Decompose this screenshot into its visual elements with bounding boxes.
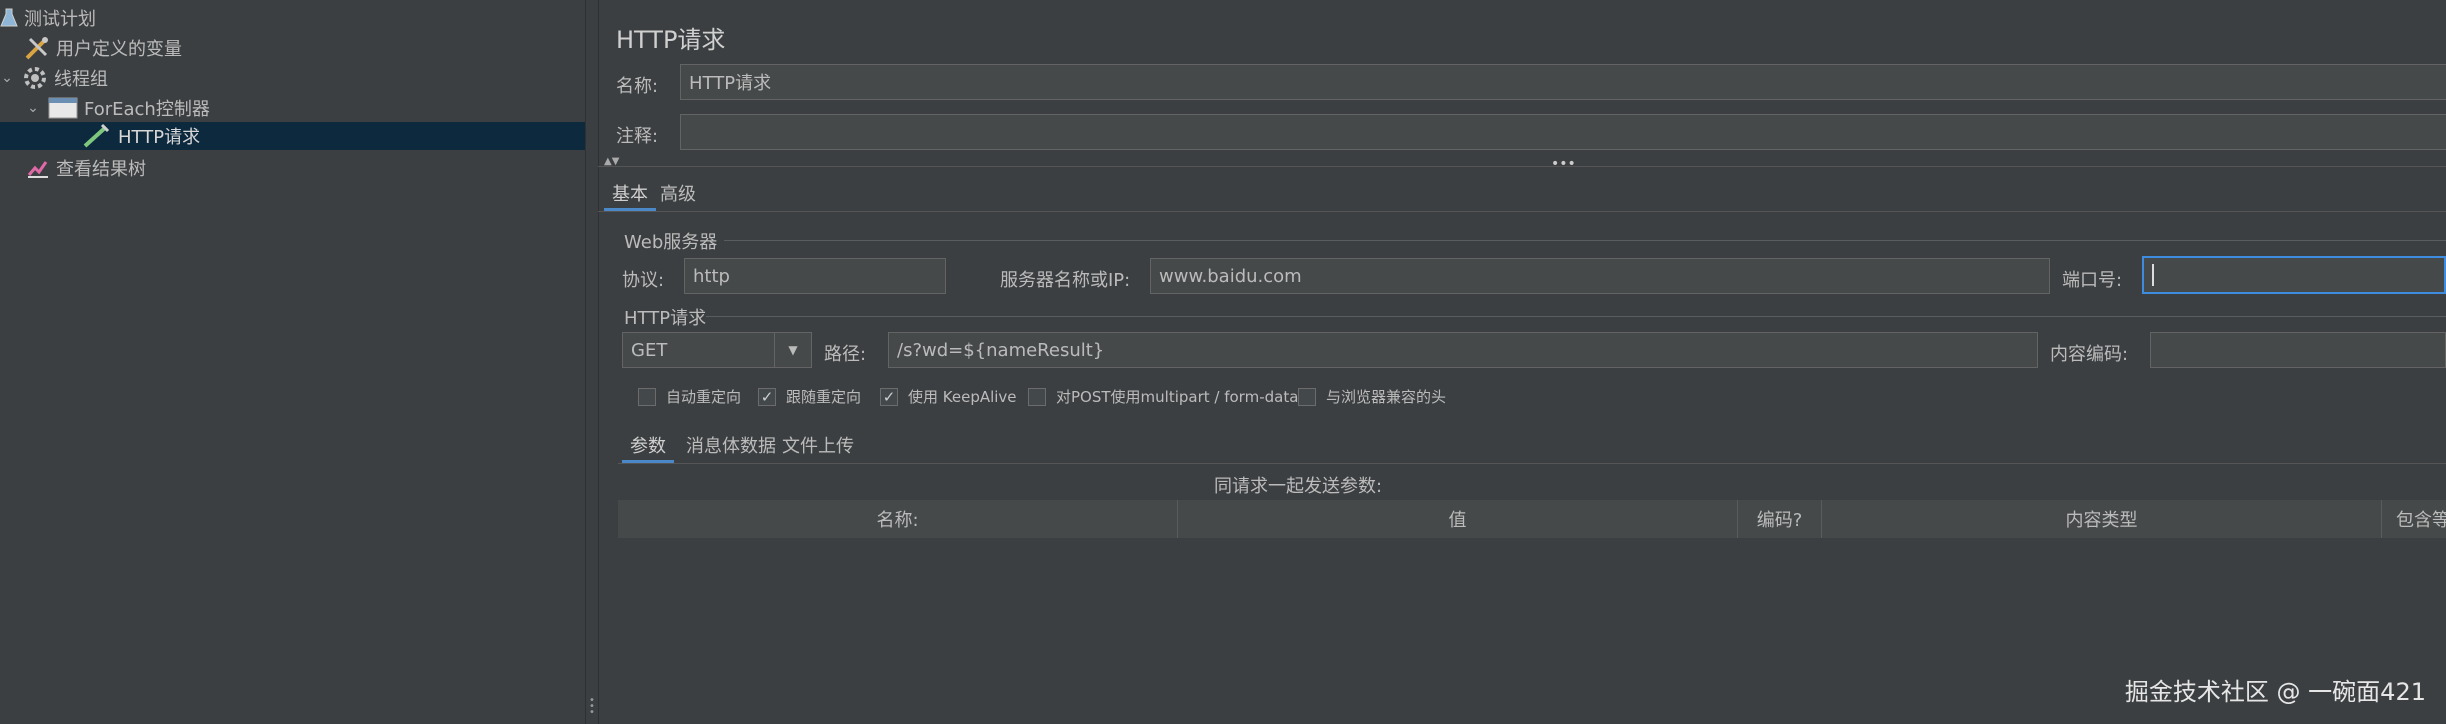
dropdown-arrow-icon[interactable]: ▼	[774, 333, 811, 367]
watermark: 掘金技术社区 @ 一碗面421	[2124, 678, 2426, 706]
server-label: 服务器名称或IP:	[1000, 270, 1131, 291]
page-title: HTTP请求	[616, 26, 726, 54]
checkbox-label: 对POST使用multipart / form-data	[1056, 388, 1299, 406]
keepalive-checkbox[interactable]: ✓ 使用 KeepAlive	[880, 386, 1017, 407]
auto-redirect-checkbox[interactable]: 自动重定向	[638, 386, 741, 407]
split-pane-divider[interactable]: • • •	[585, 0, 599, 724]
checkbox-box[interactable]	[1298, 387, 1316, 406]
checkbox-label: 跟随重定向	[786, 388, 862, 406]
tree-item-label: 测试计划	[24, 9, 96, 30]
params-caption: 同请求一起发送参数:	[1213, 476, 1383, 497]
tab-basic[interactable]: 基本	[604, 178, 656, 212]
test-plan-tree: 测试计划 用户定义的变量 ⌄ 线程组 ⌄ ForEach控制器 HTTP请求 查…	[0, 0, 585, 724]
column-header-include-equals[interactable]: 包含等	[2382, 500, 2446, 538]
tree-item-label: 用户定义的变量	[56, 39, 182, 60]
tree-item-test-plan[interactable]: 测试计划	[0, 4, 96, 32]
path-label: 路径:	[824, 344, 867, 365]
tab-files-upload[interactable]: 文件上传	[774, 430, 862, 460]
column-header-content-type[interactable]: 内容类型	[1822, 500, 2382, 538]
tree-item-user-variables[interactable]: 用户定义的变量	[24, 34, 182, 62]
drag-handle-icon: • • •	[589, 695, 595, 718]
protocol-input[interactable]: http	[684, 258, 946, 294]
checkmark-icon[interactable]: ✓	[880, 387, 898, 406]
tree-item-http-request[interactable]: HTTP请求	[0, 122, 585, 150]
http-request-panel: HTTP请求 名称: HTTP请求 注释: ▲▼ ••• 基本 高级 Web服务…	[598, 0, 2446, 724]
protocol-value: http	[693, 265, 730, 287]
chevron-down-icon[interactable]: ⌄	[26, 101, 40, 115]
server-input[interactable]: www.baidu.com	[1150, 258, 2050, 294]
tree-item-view-results-tree[interactable]: 查看结果树	[26, 154, 146, 182]
text-cursor	[2152, 264, 2154, 286]
tab-parameters[interactable]: 参数	[622, 430, 674, 464]
checkbox-label: 自动重定向	[666, 388, 742, 406]
column-header-encode[interactable]: 编码?	[1738, 500, 1822, 538]
server-value: www.baidu.com	[1159, 265, 1302, 287]
encoding-label: 内容编码:	[2050, 344, 2129, 365]
checkbox-box[interactable]	[638, 387, 656, 406]
method-select[interactable]: GET ▼	[622, 332, 812, 368]
path-input[interactable]: /s?wd=${nameResult}	[888, 332, 2038, 368]
column-header-value[interactable]: 值	[1178, 500, 1738, 538]
method-value: GET	[631, 339, 668, 361]
chevron-down-icon[interactable]: ⌄	[0, 71, 14, 85]
http-request-legend: HTTP请求	[624, 308, 707, 329]
browser-headers-checkbox[interactable]: 与浏览器兼容的头	[1298, 386, 1446, 407]
controller-icon	[48, 96, 78, 120]
tree-item-foreach-controller[interactable]: ⌄ ForEach控制器	[26, 94, 210, 122]
tab-body-data[interactable]: 消息体数据	[678, 430, 784, 460]
more-dots-icon[interactable]: •••	[1551, 156, 1576, 172]
comment-field[interactable]	[680, 114, 2446, 150]
pipette-icon	[82, 123, 112, 149]
tab-advanced[interactable]: 高级	[652, 178, 704, 208]
flask-icon	[0, 8, 18, 28]
checkbox-label: 使用 KeepAlive	[908, 388, 1017, 406]
tree-item-label: 线程组	[54, 69, 108, 90]
checkbox-box[interactable]	[1028, 387, 1046, 406]
name-value: HTTP请求	[689, 73, 772, 94]
follow-redirect-checkbox[interactable]: ✓ 跟随重定向	[758, 386, 861, 407]
tree-item-thread-group[interactable]: ⌄ 线程组	[0, 64, 108, 92]
checkmark-icon[interactable]: ✓	[758, 387, 776, 406]
protocol-label: 协议:	[622, 270, 665, 291]
port-label: 端口号:	[2062, 270, 2123, 291]
comment-label: 注释:	[616, 126, 659, 147]
checkbox-label: 与浏览器兼容的头	[1326, 388, 1447, 406]
tree-item-label: HTTP请求	[118, 127, 201, 148]
tree-item-label: ForEach控制器	[84, 99, 210, 120]
name-field[interactable]: HTTP请求	[680, 64, 2446, 100]
multipart-checkbox[interactable]: 对POST使用multipart / form-data	[1028, 386, 1298, 407]
gear-icon	[22, 65, 48, 91]
name-label: 名称:	[616, 76, 659, 97]
web-server-legend: Web服务器	[624, 232, 718, 253]
path-value: /s?wd=${nameResult}	[897, 339, 1105, 361]
chart-icon	[26, 157, 50, 179]
column-header-name[interactable]: 名称:	[618, 500, 1178, 538]
tree-item-label: 查看结果树	[56, 159, 146, 180]
tools-icon	[24, 35, 50, 61]
port-input[interactable]	[2142, 256, 2446, 294]
encoding-input[interactable]	[2150, 332, 2446, 368]
